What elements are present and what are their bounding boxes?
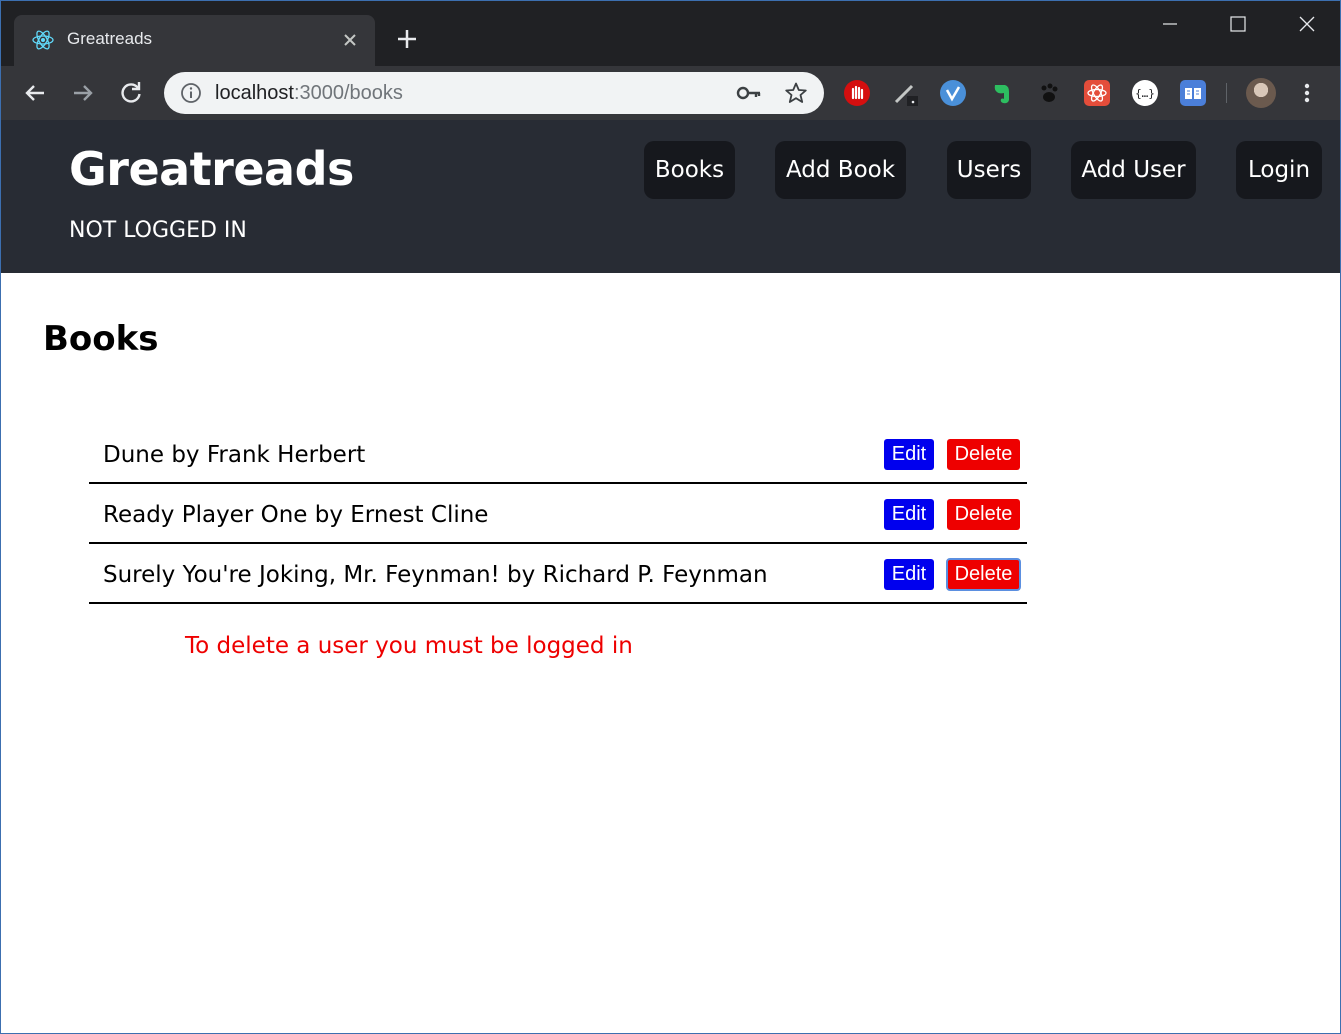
url-host: localhost [215, 82, 294, 104]
edit-button[interactable]: Edit [884, 499, 934, 530]
react-favicon-icon [32, 30, 54, 50]
minimize-icon[interactable] [1155, 11, 1185, 37]
close-icon[interactable] [337, 27, 363, 53]
forward-icon[interactable] [67, 77, 99, 109]
browser-window: Greatreads localhost:3000/books {…} Grea… [0, 0, 1341, 1034]
nav-books-button[interactable]: Books [644, 141, 735, 199]
nav-add-user-button[interactable]: Add User [1071, 141, 1196, 199]
react-devtools-extension-icon[interactable] [1084, 80, 1110, 106]
edit-button[interactable]: Edit [884, 439, 934, 470]
paw-extension-icon[interactable] [1036, 80, 1062, 106]
delete-button[interactable]: Delete [947, 439, 1020, 470]
delete-button[interactable]: Delete [946, 558, 1021, 591]
login-status: NOT LOGGED IN [69, 218, 247, 243]
pen-extension-icon[interactable] [892, 80, 918, 106]
browser-toolbar: localhost:3000/books {…} [1, 66, 1340, 120]
kebab-menu-icon[interactable] [1297, 80, 1317, 106]
edit-button[interactable]: Edit [884, 559, 934, 590]
app-header: Greatreads NOT LOGGED IN Books Add Book … [1, 120, 1340, 273]
list-item: Ready Player One by Ernest Cline Edit De… [89, 484, 1027, 544]
toolbar-divider [1226, 83, 1227, 103]
book-title: Dune by Frank Herbert [103, 442, 366, 468]
vimeo-extension-icon[interactable] [940, 80, 966, 106]
avatar[interactable] [1246, 78, 1276, 108]
address-bar[interactable]: localhost:3000/books [164, 72, 824, 114]
delete-button[interactable]: Delete [947, 499, 1020, 530]
nav-login-button[interactable]: Login [1236, 141, 1322, 199]
book-title: Surely You're Joking, Mr. Feynman! by Ri… [103, 562, 768, 588]
url-text: localhost:3000/books [215, 82, 403, 105]
back-icon[interactable] [19, 77, 51, 109]
error-message: To delete a user you must be logged in [185, 633, 633, 659]
book-title: Ready Player One by Ernest Cline [103, 502, 489, 528]
ublock-extension-icon[interactable] [844, 80, 870, 106]
browser-tab[interactable]: Greatreads [14, 15, 375, 66]
svg-text:{…}: {…} [1135, 87, 1155, 100]
info-icon[interactable] [180, 82, 202, 104]
list-item: Dune by Frank Herbert Edit Delete [89, 424, 1027, 484]
url-path: :3000/books [293, 82, 403, 104]
reload-icon[interactable] [115, 77, 147, 109]
evernote-extension-icon[interactable] [988, 80, 1014, 106]
plus-icon[interactable] [393, 25, 421, 53]
nav-add-book-button[interactable]: Add Book [775, 141, 906, 199]
book-list: Dune by Frank Herbert Edit Delete Ready … [89, 424, 1027, 604]
maximize-icon[interactable] [1223, 11, 1253, 37]
nav-users-button[interactable]: Users [947, 141, 1031, 199]
list-item: Surely You're Joking, Mr. Feynman! by Ri… [89, 544, 1027, 604]
star-icon[interactable] [784, 81, 808, 105]
tab-title: Greatreads [67, 29, 153, 48]
key-icon[interactable] [736, 82, 762, 104]
json-viewer-extension-icon[interactable]: {…} [1132, 80, 1158, 106]
page-title: Books [43, 319, 159, 359]
brand-title: Greatreads [69, 142, 354, 196]
reader-extension-icon[interactable] [1180, 80, 1206, 106]
window-close-icon[interactable] [1292, 11, 1322, 37]
tab-strip: Greatreads [1, 1, 1340, 66]
